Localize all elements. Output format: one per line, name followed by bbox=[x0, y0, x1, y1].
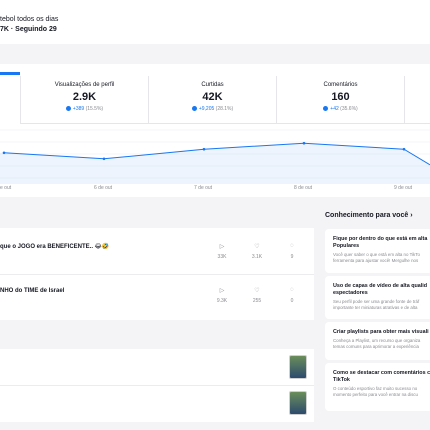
comment-icon: ◌ bbox=[290, 287, 294, 293]
video-likes: 255 bbox=[252, 298, 262, 304]
data-point bbox=[202, 147, 206, 151]
active-tab-indicator bbox=[0, 72, 20, 75]
x-tick-label: 9 de out bbox=[394, 185, 413, 191]
knowledge-card[interactable]: Como se destacar com comentários c TikTo… bbox=[325, 363, 430, 411]
video-comments: 9 bbox=[290, 254, 294, 260]
stat-profile-views[interactable]: Visualizações de perfil 2.9K +389 (15.5%… bbox=[20, 76, 148, 124]
card-description: momento perfeito para você entrar na dis… bbox=[333, 392, 418, 397]
chart-area bbox=[0, 143, 430, 184]
card-title: Criar playlists para obter mais visuali bbox=[333, 329, 429, 335]
stat-value: 2.9K bbox=[72, 91, 97, 103]
profile-bio: tebol todos os dias bbox=[0, 16, 59, 23]
data-point bbox=[402, 147, 406, 151]
data-point bbox=[102, 157, 106, 161]
card-description: temas comuns para aprimorar a experiênci… bbox=[333, 344, 419, 349]
stat-more[interactable] bbox=[404, 76, 430, 124]
knowledge-card[interactable]: Uso de capas de vídeo de alta qualid esp… bbox=[325, 276, 430, 319]
heart-icon: ♡ bbox=[254, 288, 260, 294]
divider bbox=[0, 274, 314, 275]
x-tick-label: e out bbox=[0, 185, 12, 191]
card-description: importante ter miniaturas atrativas e de… bbox=[333, 305, 418, 310]
divider bbox=[0, 385, 314, 386]
card-title: Uso de capas de vídeo de alta qualid bbox=[333, 283, 428, 289]
video-thumbnail[interactable] bbox=[289, 391, 307, 415]
trend-up-icon bbox=[323, 106, 329, 112]
stat-delta: +9,205 (28.1%) bbox=[149, 106, 276, 112]
x-tick-label: 8 de out bbox=[294, 185, 313, 191]
follower-counts: 7K · Seguindo 29 bbox=[0, 26, 57, 33]
comment-icon: ◌ bbox=[290, 243, 294, 249]
recent-videos-card bbox=[0, 349, 314, 422]
stat-value: 160 bbox=[331, 91, 350, 103]
stat-label: Visualizações de perfil bbox=[54, 82, 115, 88]
card-title: TikTok bbox=[333, 377, 350, 383]
video-likes: 3.1K bbox=[251, 254, 263, 260]
profile-header bbox=[0, 0, 430, 44]
video-views: 33K bbox=[217, 254, 227, 260]
x-tick-label: 7 de out bbox=[194, 185, 213, 191]
profile-views-chart bbox=[0, 129, 430, 184]
card-title: espectadores bbox=[333, 290, 368, 296]
card-title: Como se destacar com comentários c bbox=[333, 370, 430, 376]
video-thumbnail[interactable] bbox=[289, 355, 307, 379]
stat-value: 42K bbox=[202, 91, 223, 103]
top-videos-card bbox=[0, 228, 314, 320]
card-title: Fique por dentro do que está em alta bbox=[333, 236, 428, 242]
play-icon: ▷ bbox=[219, 288, 225, 294]
video-comments: 0 bbox=[290, 298, 294, 304]
data-point bbox=[302, 141, 306, 145]
trend-up-icon bbox=[65, 106, 71, 112]
heart-icon: ♡ bbox=[254, 244, 260, 250]
play-icon: ▷ bbox=[219, 244, 225, 250]
stat-likes[interactable]: Curtidas 42K +9,205 (28.1%) bbox=[148, 76, 276, 124]
stat-delta: +389 (15.5%) bbox=[21, 106, 148, 112]
data-point bbox=[2, 151, 6, 155]
stat-label: Curtidas bbox=[201, 82, 224, 88]
video-title[interactable]: que o JOGO era BENEFICENTE.. 😂🤣 bbox=[0, 243, 109, 250]
knowledge-card[interactable]: Criar playlists para obter mais visuali … bbox=[325, 322, 430, 360]
stat-delta: +42 (35.6%) bbox=[277, 106, 404, 112]
card-description: ferramenta para ajustar você! Mergulhe n… bbox=[333, 258, 419, 263]
trend-up-icon bbox=[191, 106, 197, 112]
stat-comments[interactable]: Comentários 160 +42 (35.6%) bbox=[276, 76, 404, 124]
card-title: Populares bbox=[333, 243, 360, 249]
video-views: 9.3K bbox=[216, 298, 228, 304]
stat-label: Comentários bbox=[323, 82, 358, 88]
video-title[interactable]: NHO do TIME de Israel bbox=[0, 288, 64, 294]
x-tick-label: 6 de out bbox=[94, 185, 113, 191]
knowledge-card[interactable]: Fique por dentro do que está em alta Pop… bbox=[325, 229, 430, 273]
knowledge-section-title[interactable]: Conhecimento para você › bbox=[325, 212, 413, 219]
